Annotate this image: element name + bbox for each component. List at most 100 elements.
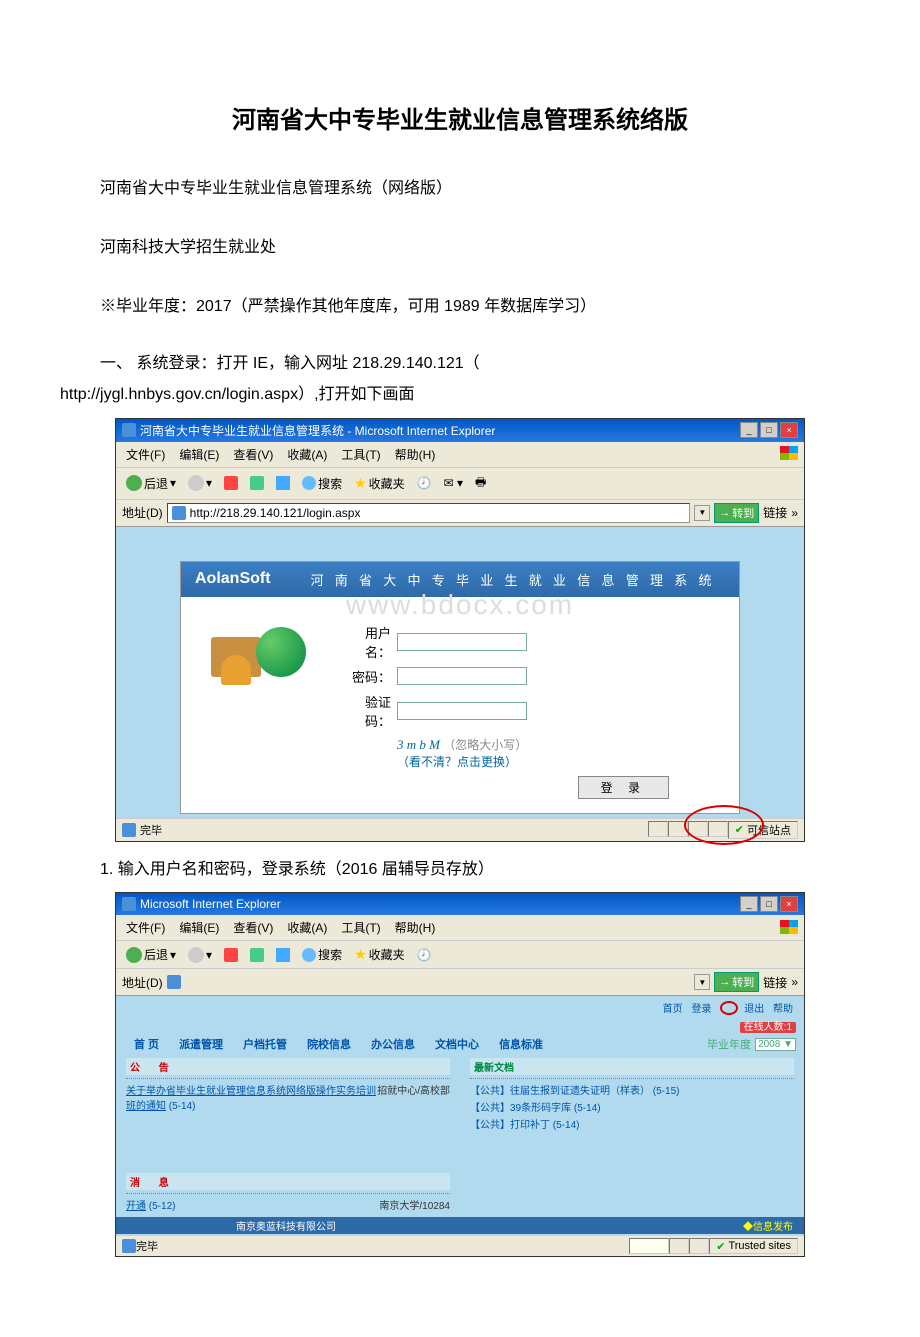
zone-indicator: ✔ Trusted sites (709, 1238, 798, 1254)
home-icon (276, 948, 290, 962)
home-button[interactable] (272, 946, 294, 964)
page-icon (172, 506, 186, 520)
links-label[interactable]: 链接 (763, 974, 787, 991)
menubar: 文件(F) 编辑(E) 查看(V) 收藏(A) 工具(T) 帮助(H) (116, 915, 804, 941)
doc-item[interactable]: 【公共】39条形码字库 (5-14) (470, 1098, 794, 1115)
favorites-button[interactable]: ★收藏夹 (350, 473, 409, 494)
menu-tools[interactable]: 工具(T) (335, 444, 386, 465)
status-cell (648, 821, 668, 837)
menu-view[interactable]: 查看(V) (227, 444, 279, 465)
username-input[interactable] (397, 633, 527, 651)
forward-icon (188, 947, 204, 963)
message-item[interactable]: 开通 (5-12) 南京大学/10284 (126, 1196, 450, 1213)
maximize-button[interactable]: □ (760, 422, 778, 438)
search-button[interactable]: 搜索 (298, 473, 346, 494)
docs-header: 最新文档 (470, 1058, 794, 1075)
close-button[interactable]: × (780, 422, 798, 438)
history-button[interactable]: 🕗 (413, 946, 436, 964)
refresh-button[interactable] (246, 474, 268, 492)
favorites-button[interactable]: ★收藏夹 (350, 944, 409, 965)
year-label: 毕业年度 (707, 1036, 751, 1052)
tab-docs[interactable]: 文档中心 (425, 1034, 489, 1054)
captcha-refresh-link[interactable]: （看不清？点击更换） (397, 753, 719, 770)
tab-standards[interactable]: 信息标准 (489, 1034, 553, 1054)
page-content: AolanSoft 河 南 省 大 中 专 毕 业 生 就 业 信 息 管 理 … (116, 527, 804, 818)
menu-view[interactable]: 查看(V) (227, 917, 279, 938)
address-dropdown[interactable]: ▼ (694, 505, 710, 521)
go-button[interactable]: → 转到 (714, 503, 759, 523)
captcha-input[interactable] (397, 702, 527, 720)
address-input[interactable]: http://218.29.140.121/login.aspx (167, 503, 691, 523)
history-button[interactable]: 🕗 (413, 474, 436, 492)
password-input[interactable] (397, 667, 527, 685)
forward-button[interactable]: ▾ (184, 473, 216, 493)
window-titlebar: 河南省大中专毕业生就业信息管理系统 - Microsoft Internet E… (116, 419, 804, 442)
go-button[interactable]: → 转到 (714, 972, 759, 992)
forward-icon (188, 475, 204, 491)
home-button[interactable] (272, 474, 294, 492)
back-button[interactable]: 后退 ▾ (122, 473, 180, 494)
doc-item[interactable]: 【公共】打印补丁 (5-14) (470, 1115, 794, 1132)
year-select[interactable]: 2008 ▼ (755, 1038, 796, 1051)
menu-file[interactable]: 文件(F) (120, 917, 171, 938)
right-column: 最新文档 【公共】往届生报到证遗失证明（样表） (5-15) 【公共】39条形码… (470, 1058, 794, 1213)
menu-edit[interactable]: 编辑(E) (173, 444, 225, 465)
link-logout[interactable]: 退出 (744, 1004, 764, 1015)
footer-publish[interactable]: ◆信息发布 (455, 1218, 803, 1233)
tab-office[interactable]: 办公信息 (361, 1034, 425, 1054)
stop-button[interactable] (220, 474, 242, 492)
forward-button[interactable]: ▾ (184, 945, 216, 965)
address-dropdown[interactable]: ▼ (694, 974, 710, 990)
link-home[interactable]: 首页 (663, 1004, 683, 1015)
links-label[interactable]: 链接 (763, 504, 787, 521)
mail-button[interactable]: ✉ ▾ (440, 474, 467, 492)
notice-item[interactable]: 关于举办省毕业生就业管理信息系统网络版操作实务培训班的通知 (5-14) 招就中… (126, 1081, 450, 1113)
page-content: 首页 登录 退出 帮助 在线人数:1 首 页 派遣管理 户档托管 院校信息 办公… (116, 996, 804, 1236)
close-button[interactable]: × (780, 896, 798, 912)
tab-archive[interactable]: 户档托管 (233, 1034, 297, 1054)
link-help[interactable]: 帮助 (773, 1004, 793, 1015)
stop-button[interactable] (220, 946, 242, 964)
refresh-icon (250, 948, 264, 962)
ie-icon (122, 423, 136, 437)
stop-icon (224, 476, 238, 490)
menu-favorites[interactable]: 收藏(A) (281, 917, 333, 938)
menu-tools[interactable]: 工具(T) (335, 917, 386, 938)
menu-file[interactable]: 文件(F) (120, 444, 171, 465)
window-title: 河南省大中专毕业生就业信息管理系统 - Microsoft Internet E… (140, 422, 495, 439)
message-header: 消 息 (126, 1173, 450, 1190)
minimize-button[interactable]: _ (740, 896, 758, 912)
stop-icon (224, 948, 238, 962)
print-button[interactable]: 🖶 (471, 471, 490, 496)
nav-tabs: 首 页 派遣管理 户档托管 院校信息 办公信息 文档中心 信息标准 毕业年度 2… (116, 1034, 804, 1054)
link-login[interactable]: 登录 (691, 1004, 711, 1015)
menu-favorites[interactable]: 收藏(A) (281, 444, 333, 465)
paragraph-2: 河南科技大学招生就业处 (100, 234, 860, 263)
tab-home[interactable]: 首 页 (124, 1034, 169, 1054)
annotation-circle (720, 1001, 738, 1015)
minimize-button[interactable]: _ (740, 422, 758, 438)
tab-school[interactable]: 院校信息 (297, 1034, 361, 1054)
menu-edit[interactable]: 编辑(E) (173, 917, 225, 938)
captcha-image[interactable]: 3 m b M (397, 737, 440, 752)
tab-dispatch[interactable]: 派遣管理 (169, 1034, 233, 1054)
doc-item[interactable]: 【公共】往届生报到证遗失证明（样表） (5-15) (470, 1081, 794, 1098)
captcha-label: 验证码： (341, 692, 391, 730)
menu-help[interactable]: 帮助(H) (389, 444, 442, 465)
search-icon (302, 476, 316, 490)
login-graphic (201, 617, 311, 707)
back-button[interactable]: 后退 ▾ (122, 944, 180, 965)
maximize-button[interactable]: □ (760, 896, 778, 912)
left-column: 公 告 关于举办省毕业生就业管理信息系统网络版操作实务培训班的通知 (5-14)… (126, 1058, 450, 1213)
refresh-button[interactable] (246, 946, 268, 964)
check-icon: ✔ (735, 823, 744, 836)
password-label: 密码： (341, 667, 391, 686)
aolansoft-logo: AolanSoft (195, 570, 271, 588)
star-icon: ★ (354, 475, 367, 492)
page-status-icon (122, 1239, 136, 1253)
address-label: 地址(D) (122, 504, 163, 521)
login-button[interactable]: 登 录 (578, 776, 669, 799)
menu-help[interactable]: 帮助(H) (389, 917, 442, 938)
search-icon (302, 948, 316, 962)
search-button[interactable]: 搜索 (298, 944, 346, 965)
